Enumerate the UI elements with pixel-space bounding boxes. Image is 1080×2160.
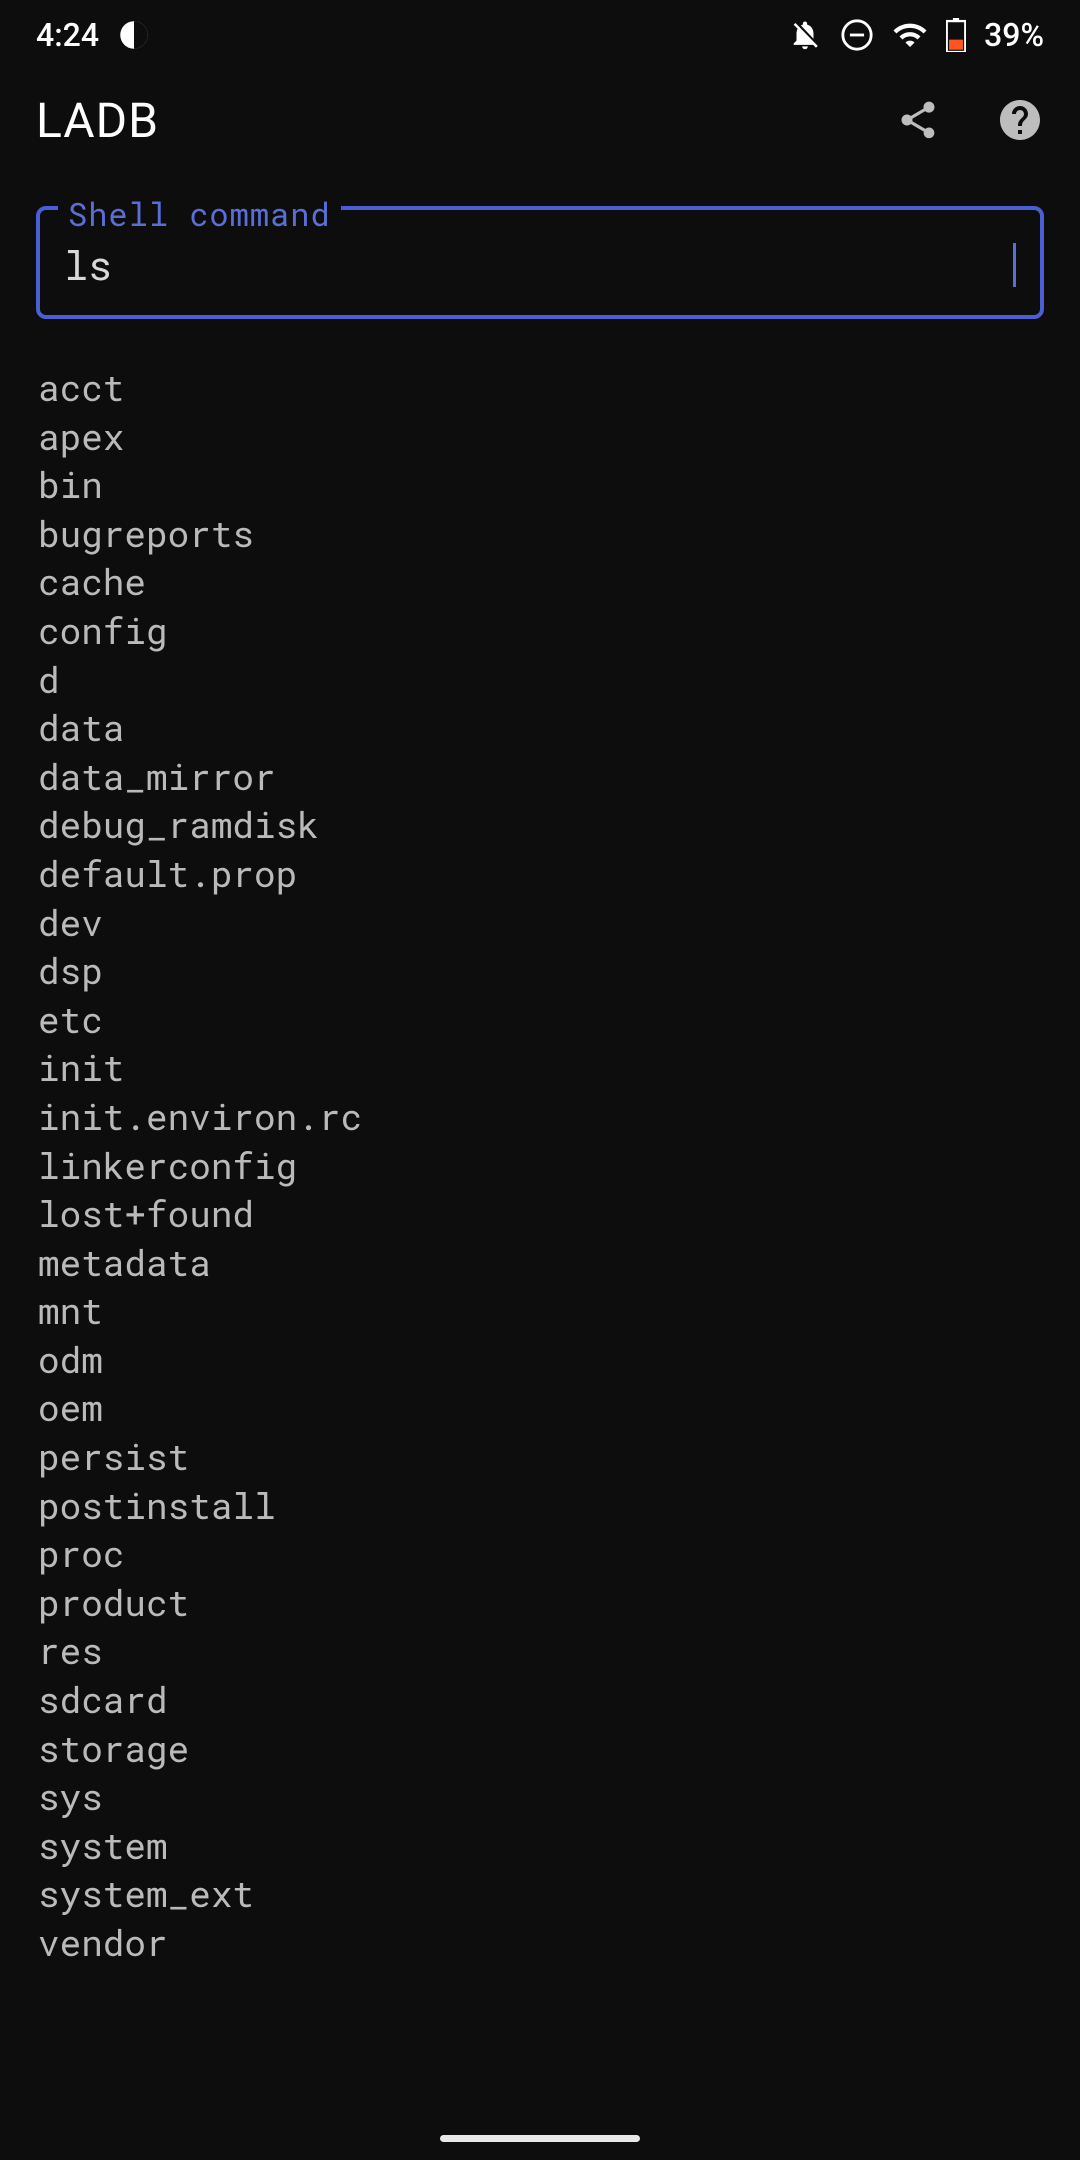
- app-title: LADB: [36, 92, 159, 149]
- shell-output[interactable]: acct apex bin bugreports cache config d …: [36, 363, 1044, 1967]
- content-area: Shell command ls acct apex bin bugreport…: [0, 170, 1080, 1967]
- shell-command-label: Shell command: [58, 192, 341, 235]
- status-right: 39%: [788, 16, 1044, 54]
- help-icon: [996, 96, 1044, 144]
- battery-icon: [946, 18, 966, 52]
- status-bar: 4:24: [0, 0, 1080, 70]
- shell-command-input[interactable]: ls: [64, 238, 1014, 291]
- do-not-disturb-icon: [840, 18, 874, 52]
- app-actions: [894, 96, 1044, 144]
- shell-command-field[interactable]: Shell command ls: [36, 206, 1044, 319]
- app-bar: LADB: [0, 70, 1080, 170]
- contrast-icon: [119, 20, 149, 50]
- share-icon: [896, 98, 940, 142]
- navigation-pill[interactable]: [440, 2135, 640, 2142]
- status-left: 4:24: [36, 16, 149, 54]
- text-cursor: [1013, 243, 1016, 287]
- notifications-off-icon: [788, 18, 822, 52]
- help-button[interactable]: [996, 96, 1044, 144]
- battery-percent: 39%: [984, 16, 1044, 54]
- status-time: 4:24: [36, 16, 99, 54]
- share-button[interactable]: [894, 96, 942, 144]
- wifi-icon: [892, 17, 928, 53]
